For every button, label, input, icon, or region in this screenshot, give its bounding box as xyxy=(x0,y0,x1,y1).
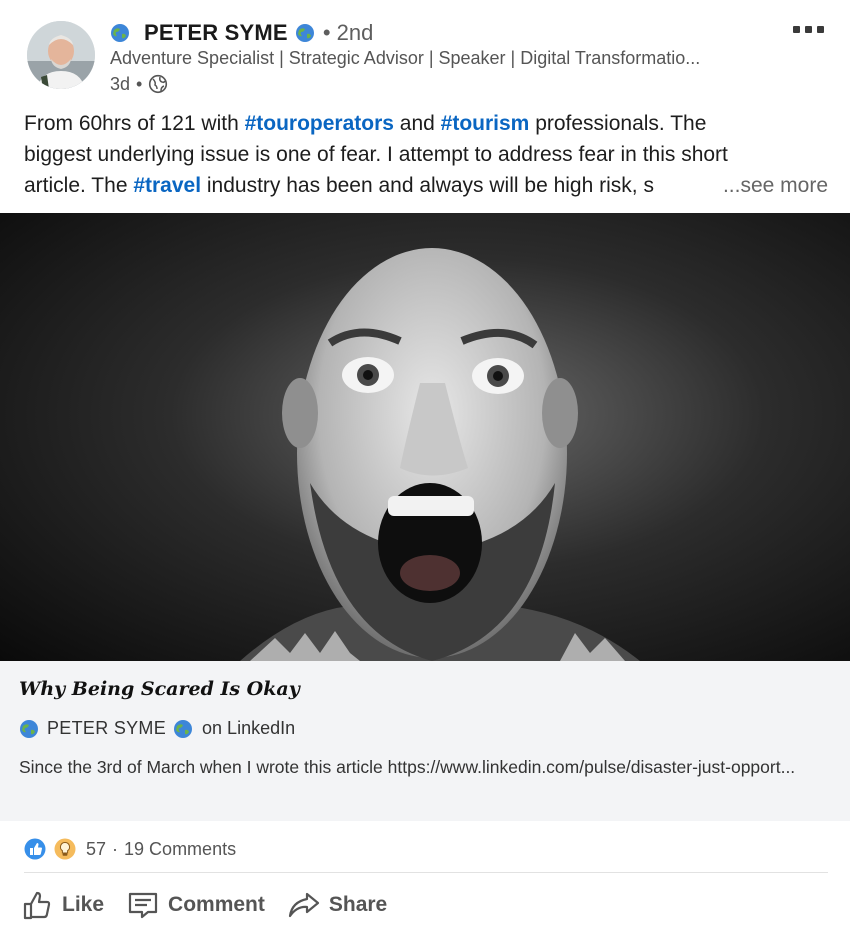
see-more-link[interactable]: ...see more xyxy=(714,170,828,201)
share-label: Share xyxy=(328,893,388,916)
share-button[interactable]: Share xyxy=(287,888,387,922)
post-text-segment: professionals. The xyxy=(529,112,707,135)
post-text-line: biggest underlying issue is one of fear.… xyxy=(24,139,834,170)
globe-emoji-icon xyxy=(110,23,130,43)
post-body: From 60hrs of 121 with #touroperators an… xyxy=(24,108,834,201)
article-link-card[interactable]: Why Being Scared Is Okay PETER SYME on L… xyxy=(0,661,850,821)
thumbs-up-icon xyxy=(23,891,51,920)
comment-button[interactable]: Comment xyxy=(126,888,265,922)
post-header: PETER SYME • 2nd Adventure Specialist | … xyxy=(0,0,850,102)
post-text-line: article. The #travel industry has been a… xyxy=(24,170,834,201)
like-button[interactable]: Like xyxy=(20,888,104,922)
hashtag-link[interactable]: #touroperators xyxy=(245,112,394,135)
separator-dot: · xyxy=(112,838,119,859)
like-label: Like xyxy=(62,893,105,916)
dot xyxy=(805,26,812,33)
post-meta: 3d • xyxy=(110,72,168,96)
dot xyxy=(817,26,824,33)
reaction-count[interactable]: 57 xyxy=(86,839,106,860)
post-image[interactable] xyxy=(0,213,850,661)
hashtag-link[interactable]: #tourism xyxy=(441,112,530,135)
meta-dot: • xyxy=(136,73,143,94)
hashtag-link[interactable]: #travel xyxy=(133,174,201,197)
article-author-row: PETER SYME on LinkedIn xyxy=(19,718,295,739)
insightful-reaction-icon[interactable] xyxy=(54,838,76,860)
article-source: on LinkedIn xyxy=(202,718,296,738)
social-counts: 57 · 19 Comments xyxy=(24,835,236,863)
author-headline: Adventure Specialist | Strategic Advisor… xyxy=(110,48,701,68)
action-bar: Like Comment Share xyxy=(20,882,409,928)
divider xyxy=(24,872,828,873)
post-text-segment: From 60hrs of 121 with xyxy=(24,112,245,135)
post-text-segment: biggest underlying issue is one of fear.… xyxy=(24,143,728,166)
post-text-line: From 60hrs of 121 with #touroperators an… xyxy=(24,108,834,139)
public-globe-icon xyxy=(148,74,168,94)
share-arrow-icon xyxy=(288,892,319,918)
post-text-segment: and xyxy=(393,112,441,135)
globe-emoji-icon xyxy=(173,719,193,739)
globe-emoji-icon xyxy=(19,719,39,739)
article-title[interactable]: Why Being Scared Is Okay xyxy=(19,678,300,700)
article-author-name: PETER SYME xyxy=(47,718,167,738)
comment-icon xyxy=(128,892,158,919)
article-description: Since the 3rd of March when I wrote this… xyxy=(19,757,796,777)
comment-label: Comment xyxy=(168,893,265,916)
dot xyxy=(793,26,800,33)
connection-degree: • 2nd xyxy=(322,20,374,45)
post-age: 3d xyxy=(110,73,131,94)
connection-degree-label: 2nd xyxy=(336,20,374,45)
globe-emoji-icon xyxy=(295,23,315,43)
like-reaction-icon[interactable] xyxy=(24,838,46,860)
post-text-segment: industry has been and always will be hig… xyxy=(201,174,654,197)
comments-count[interactable]: 19 Comments xyxy=(124,839,236,860)
author-name-row: PETER SYME • 2nd xyxy=(110,18,373,48)
author-avatar[interactable] xyxy=(27,21,95,89)
more-options-icon[interactable] xyxy=(793,26,829,38)
author-name[interactable]: PETER SYME xyxy=(144,20,288,46)
post-text-segment: article. The xyxy=(24,174,134,197)
